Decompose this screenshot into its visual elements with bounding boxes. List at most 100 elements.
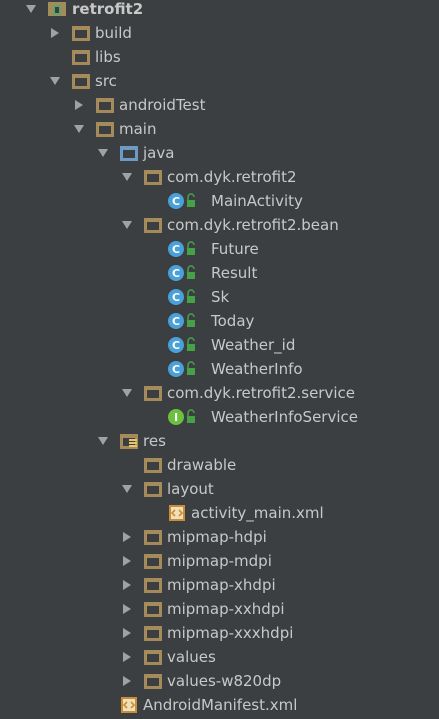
tree-row-drawable[interactable]: drawable [0, 453, 439, 477]
tree-row-package-service[interactable]: com.dyk.retrofit2.service [0, 381, 439, 405]
class-icon: C [167, 191, 187, 211]
tree-item-label: com.dyk.retrofit2 [167, 168, 297, 186]
interface-icon: I [167, 407, 187, 427]
tree-item-label: drawable [167, 456, 237, 474]
tree-row-android-manifest[interactable]: AndroidManifest.xml [0, 693, 439, 717]
svg-text:C: C [172, 363, 180, 376]
lock-badge-icon [185, 239, 197, 259]
folder-icon [71, 47, 91, 67]
collapsed-arrow-icon[interactable] [120, 525, 134, 549]
tree-item-label: com.dyk.retrofit2.bean [167, 216, 339, 234]
tree-item-label: Sk [211, 288, 230, 306]
tree-item-label: mipmap-mdpi [167, 552, 272, 570]
expand-arrow-icon[interactable] [96, 141, 110, 165]
class-icon: C [167, 239, 187, 259]
svg-text:C: C [172, 339, 180, 352]
xml-file-icon [167, 503, 187, 523]
tree-row-res[interactable]: res [0, 429, 439, 453]
package-icon [143, 167, 163, 187]
tree-row-retrofit2[interactable]: retrofit2 [0, 0, 439, 21]
class-icon: C [167, 311, 187, 331]
folder-icon [143, 647, 163, 667]
expand-arrow-icon[interactable] [120, 381, 134, 405]
svg-text:C: C [172, 195, 180, 208]
tree-row-main[interactable]: main [0, 117, 439, 141]
expand-arrow-icon[interactable] [120, 477, 134, 501]
tree-row-java[interactable]: java [0, 141, 439, 165]
manifest-file-icon [119, 695, 139, 715]
tree-row-weather-id[interactable]: C Weather_id [0, 333, 439, 357]
expand-arrow-icon[interactable] [120, 213, 134, 237]
tree-row-weatherinfoservice[interactable]: I WeatherInfoService [0, 405, 439, 429]
tree-row-activity-main-xml[interactable]: activity_main.xml [0, 501, 439, 525]
collapsed-arrow-icon[interactable] [120, 573, 134, 597]
tree-row-src[interactable]: src [0, 69, 439, 93]
tree-item-label: AndroidManifest.xml [143, 696, 298, 714]
folder-icon [143, 527, 163, 547]
tree-item-label: values-w820dp [167, 672, 282, 690]
lock-badge-icon [185, 359, 197, 379]
folder-icon [95, 119, 115, 139]
tree-item-label: com.dyk.retrofit2.service [167, 384, 355, 402]
expand-arrow-icon[interactable] [24, 0, 38, 21]
class-icon: C [167, 335, 187, 355]
folder-icon [143, 599, 163, 619]
tree-row-future[interactable]: C Future [0, 237, 439, 261]
class-icon: C [167, 287, 187, 307]
folder-icon [71, 71, 91, 91]
collapsed-arrow-icon[interactable] [120, 669, 134, 693]
folder-icon [143, 455, 163, 475]
tree-row-build[interactable]: build [0, 21, 439, 45]
tree-row-libs[interactable]: libs [0, 45, 439, 69]
tree-row-values[interactable]: values [0, 645, 439, 669]
tree-row-today[interactable]: C Today [0, 309, 439, 333]
project-tree: retrofit2 build libs src androidTest mai… [0, 0, 439, 719]
folder-icon [143, 623, 163, 643]
tree-item-label: Weather_id [211, 336, 296, 354]
expand-arrow-icon[interactable] [120, 165, 134, 189]
tree-item-label: WeatherInfo [211, 360, 303, 378]
tree-row-mipmap-xxxhdpi[interactable]: mipmap-xxxhdpi [0, 621, 439, 645]
folder-icon [143, 671, 163, 691]
tree-row-mipmap-hdpi[interactable]: mipmap-hdpi [0, 525, 439, 549]
tree-row-androidtest[interactable]: androidTest [0, 93, 439, 117]
tree-item-label: Future [211, 240, 259, 258]
tree-row-sk[interactable]: C Sk [0, 285, 439, 309]
resource-folder-icon [119, 431, 139, 451]
tree-row-values-w820dp[interactable]: values-w820dp [0, 669, 439, 693]
package-icon [143, 383, 163, 403]
collapsed-arrow-icon[interactable] [72, 93, 86, 117]
lock-badge-icon [185, 335, 197, 355]
collapsed-arrow-icon[interactable] [48, 21, 62, 45]
tree-item-label: mipmap-hdpi [167, 528, 267, 546]
tree-item-label: mipmap-xxxhdpi [167, 624, 294, 642]
svg-text:C: C [172, 243, 180, 256]
tree-row-result[interactable]: C Result [0, 261, 439, 285]
tree-item-label: Result [211, 264, 258, 282]
tree-row-mainactivity[interactable]: C MainActivity [0, 189, 439, 213]
expand-arrow-icon[interactable] [96, 429, 110, 453]
folder-icon [143, 479, 163, 499]
class-icon: C [167, 359, 187, 379]
collapsed-arrow-icon[interactable] [120, 645, 134, 669]
expand-arrow-icon[interactable] [48, 69, 62, 93]
tree-item-label: Today [211, 312, 255, 330]
tree-row-mipmap-mdpi[interactable]: mipmap-mdpi [0, 549, 439, 573]
lock-badge-icon [185, 311, 197, 331]
collapsed-arrow-icon[interactable] [120, 621, 134, 645]
tree-row-package-main[interactable]: com.dyk.retrofit2 [0, 165, 439, 189]
tree-row-weatherinfo[interactable]: C WeatherInfo [0, 357, 439, 381]
tree-row-layout[interactable]: layout [0, 477, 439, 501]
tree-row-mipmap-xxhdpi[interactable]: mipmap-xxhdpi [0, 597, 439, 621]
lock-badge-icon [185, 407, 197, 427]
tree-item-label: java [143, 144, 175, 162]
collapsed-arrow-icon[interactable] [120, 549, 134, 573]
module-icon [47, 0, 67, 19]
tree-item-label: src [95, 72, 117, 90]
svg-text:C: C [172, 315, 180, 328]
collapsed-arrow-icon[interactable] [120, 597, 134, 621]
svg-text:C: C [172, 267, 180, 280]
expand-arrow-icon[interactable] [72, 117, 86, 141]
tree-row-mipmap-xhdpi[interactable]: mipmap-xhdpi [0, 573, 439, 597]
tree-row-package-bean[interactable]: com.dyk.retrofit2.bean [0, 213, 439, 237]
